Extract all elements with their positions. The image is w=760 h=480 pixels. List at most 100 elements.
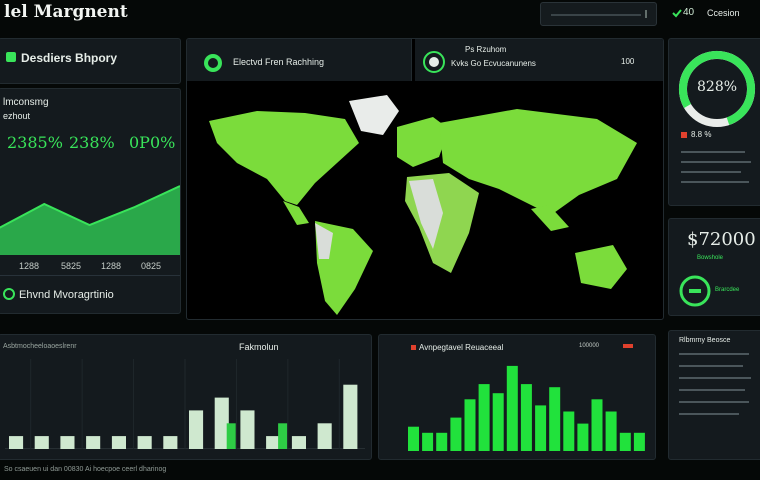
x-tick-2: 5825 <box>61 261 82 271</box>
bar-light[interactable] <box>240 410 255 449</box>
legend-swatch-red <box>623 344 633 348</box>
bar-light[interactable] <box>111 436 126 449</box>
footer-divider <box>0 275 180 276</box>
bar-green[interactable] <box>278 423 288 449</box>
stat-1: 2385% <box>7 133 63 152</box>
left-subtitle-2: ezhout <box>3 111 31 121</box>
placeholder-line-2 <box>681 161 751 163</box>
placeholder-line-3 <box>681 171 741 173</box>
user-menu[interactable]: Ccesion <box>707 8 740 18</box>
map-info-title: Ps Rzuhom <box>465 45 507 54</box>
bar[interactable] <box>464 399 476 451</box>
amount-panel: $72000 Bowshole Brarcdee <box>668 218 760 316</box>
australia <box>575 245 627 289</box>
list-row-3 <box>679 377 751 379</box>
bar[interactable] <box>619 432 631 451</box>
list-title: Rlbmrny Beosce <box>679 337 731 344</box>
list-row-1 <box>679 353 749 355</box>
bar-light[interactable] <box>137 436 152 449</box>
left-stats-panel: lmconsmg ezhout 2385% 238% 0P0% 1288 582… <box>0 88 181 314</box>
x-tick-3: 1288 <box>101 261 122 271</box>
left-subtitle: lmconsmg <box>3 97 49 108</box>
x-tick-1: 1288 <box>19 261 40 271</box>
placeholder-line-1 <box>681 151 745 153</box>
notification-icon[interactable] <box>672 8 682 18</box>
world-map[interactable] <box>187 83 663 319</box>
bar[interactable] <box>549 387 561 451</box>
power-icon <box>3 288 15 300</box>
bar-light[interactable] <box>9 436 24 449</box>
bottom-left-panel: Asbtmocheeloaoeslrenr Fakmolun <box>0 334 372 460</box>
stat-2: 238% <box>69 133 115 152</box>
left-footer-label: Ehvnd Mvoragrtinio <box>19 289 114 301</box>
bar[interactable] <box>450 417 462 451</box>
north-america <box>209 111 359 205</box>
bar-light[interactable] <box>60 436 75 449</box>
map-panel: Electvd Fren Rachhing Ps Rzuhom Kvks Go … <box>186 38 664 320</box>
bottom-left-header-mid: Fakmolun <box>239 342 279 352</box>
search-input[interactable] <box>540 2 657 26</box>
list-row-5 <box>679 401 749 403</box>
amount-label: Bowshole <box>697 255 724 261</box>
bar-light[interactable] <box>163 436 178 449</box>
search-icon[interactable] <box>645 9 655 19</box>
bottom-left-header: Asbtmocheeloaoeslrenr <box>3 343 77 350</box>
bottom-mid-panel: Avnpegtavel Reuaceeal 100000 <box>378 334 656 460</box>
bar[interactable] <box>605 411 617 452</box>
gauge-value: 828% <box>697 79 738 95</box>
southeast-asia <box>531 205 569 231</box>
map-info-bar: Ps Rzuhom Kvks Go Ecvucanunens 100 <box>415 39 663 81</box>
toggle-icon[interactable] <box>679 275 711 307</box>
bar[interactable] <box>478 384 490 451</box>
greenland <box>349 95 399 135</box>
category-icon <box>6 52 16 62</box>
bar[interactable] <box>535 405 547 451</box>
area-fill <box>0 186 180 255</box>
bar-chart-mid <box>408 365 645 452</box>
map-title-bar: Electvd Fren Rachhing <box>187 39 412 81</box>
alert-marker <box>411 345 416 350</box>
bar-light[interactable] <box>291 436 306 449</box>
gauge-legend-label: 8.8 % <box>691 130 712 139</box>
bar-light[interactable] <box>34 436 49 449</box>
globe-icon <box>204 54 222 72</box>
map-info-subtitle: Kvks Go Ecvucanunens <box>451 59 536 68</box>
area-chart <box>0 185 180 255</box>
bar-light[interactable] <box>189 410 204 449</box>
bar-light[interactable] <box>214 397 229 449</box>
placeholder-line-4 <box>681 181 749 183</box>
bar[interactable] <box>506 365 518 451</box>
x-tick-4: 0825 <box>141 261 162 271</box>
list-row-4 <box>679 389 745 391</box>
left-panel-title: Desdiers Bhpory <box>21 51 118 65</box>
list-row-2 <box>679 365 743 367</box>
bar-light[interactable] <box>343 384 358 449</box>
bar[interactable] <box>563 411 575 452</box>
legend-swatch <box>681 132 687 138</box>
bar[interactable] <box>436 432 448 451</box>
bar[interactable] <box>408 426 419 451</box>
bottom-footer-text: So csaeuen ui dan 00830 Ai hoecpoe ceerl… <box>4 466 167 473</box>
list-row-6 <box>679 413 739 415</box>
toggle-label: Brarcdee <box>715 287 740 293</box>
bar-light[interactable] <box>266 436 281 449</box>
list-panel: Rlbmrny Beosce <box>668 330 760 460</box>
bar[interactable] <box>422 432 434 451</box>
bar-green[interactable] <box>226 423 236 449</box>
bottom-mid-title: Avnpegtavel Reuaceeal <box>419 343 504 352</box>
left-title-panel: Desdiers Bhpory <box>0 38 181 84</box>
stat-3: 0P0% <box>129 133 176 152</box>
bar[interactable] <box>591 399 603 451</box>
bar[interactable] <box>577 423 589 451</box>
page-title: lel Margnent <box>4 2 128 22</box>
header-icon-value: 40 <box>683 7 695 18</box>
amount-value: $72000 <box>687 229 756 250</box>
bar-light[interactable] <box>317 423 332 449</box>
bar[interactable] <box>633 432 645 451</box>
bottom-mid-legend: 100000 <box>579 343 600 349</box>
target-icon[interactable] <box>423 51 445 73</box>
bar[interactable] <box>520 384 532 451</box>
bar[interactable] <box>492 393 504 451</box>
gauge-panel: 828% 8.8 % <box>668 38 760 206</box>
bar-light[interactable] <box>86 436 101 449</box>
